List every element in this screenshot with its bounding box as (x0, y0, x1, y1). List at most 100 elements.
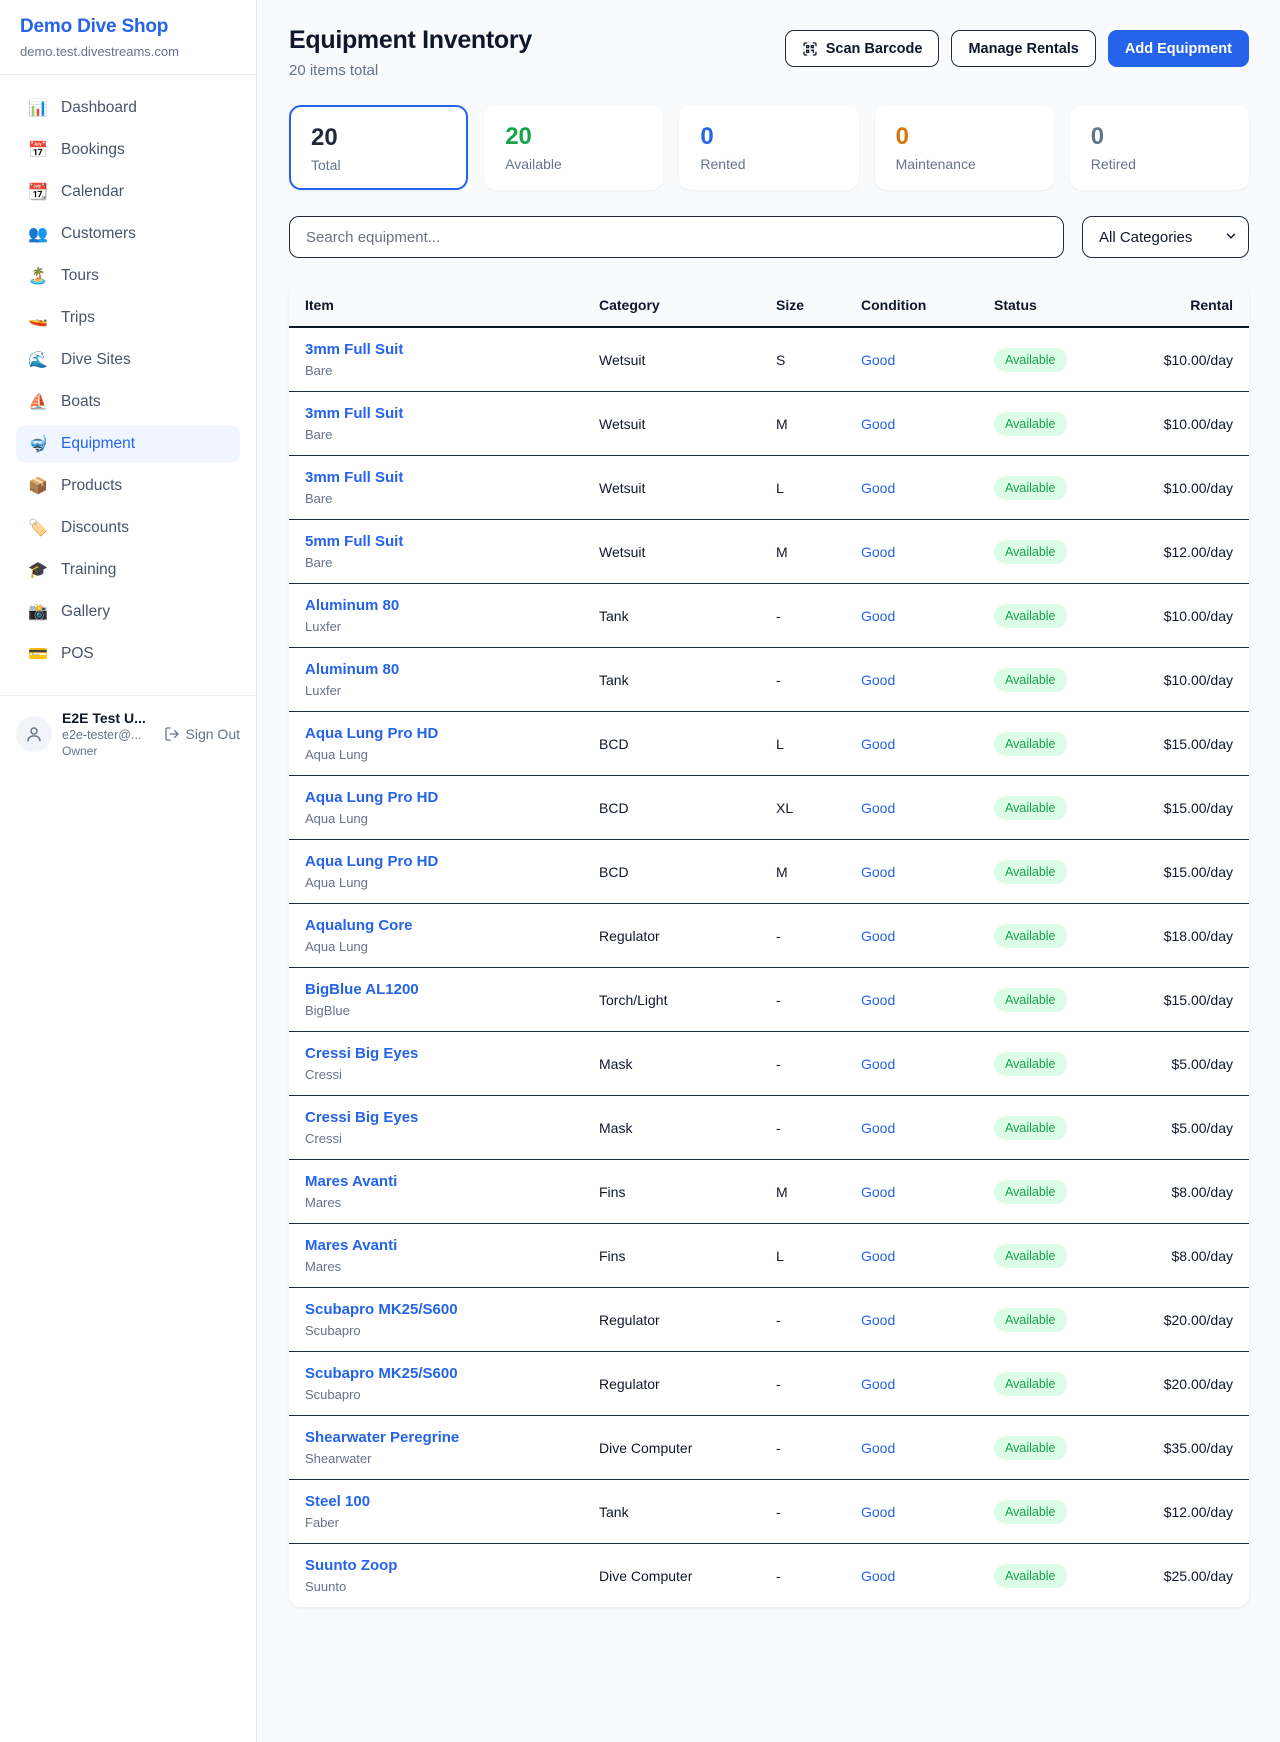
sidebar-item-dashboard[interactable]: 📊 Dashboard (16, 89, 240, 127)
sidebar-item-pos[interactable]: 💳 POS (16, 635, 240, 673)
item-condition[interactable]: Good (845, 1224, 978, 1288)
sidebar-item-equipment[interactable]: 🤿 Equipment (16, 425, 240, 463)
stats-row: 20 Total 20 Available 0 Rented 0 Mainten… (289, 105, 1249, 190)
item-category: Torch/Light (583, 968, 760, 1032)
items-total-subtitle: 20 items total (289, 62, 532, 79)
item-rental-price: $10.00/day (1133, 456, 1249, 520)
camera-icon: 📸 (28, 602, 48, 622)
sidebar-item-trips[interactable]: 🚤 Trips (16, 299, 240, 337)
stat-card-rented[interactable]: 0 Rented (679, 105, 858, 190)
bar-chart-icon: 📊 (28, 98, 48, 118)
item-name-link[interactable]: Aluminum 80 (305, 661, 567, 678)
item-name-link[interactable]: Suunto Zoop (305, 1557, 567, 1574)
item-condition[interactable]: Good (845, 840, 978, 904)
item-name-link[interactable]: 3mm Full Suit (305, 469, 567, 486)
item-condition[interactable]: Good (845, 776, 978, 840)
item-condition[interactable]: Good (845, 1032, 978, 1096)
shop-name[interactable]: Demo Dive Shop (20, 16, 236, 38)
item-size: L (760, 456, 845, 520)
sidebar: Demo Dive Shop demo.test.divestreams.com… (0, 0, 257, 1742)
brand-block: Demo Dive Shop demo.test.divestreams.com (0, 0, 256, 75)
item-name-link[interactable]: Aluminum 80 (305, 597, 567, 614)
item-brand: Mares (305, 1259, 567, 1274)
item-name-link[interactable]: Aqua Lung Pro HD (305, 789, 567, 806)
item-condition[interactable]: Good (845, 1544, 978, 1608)
sidebar-item-calendar[interactable]: 📆 Calendar (16, 173, 240, 211)
status-badge: Available (994, 1500, 1067, 1524)
stat-card-total[interactable]: 20 Total (289, 105, 468, 190)
item-condition[interactable]: Good (845, 327, 978, 392)
category-select[interactable]: All Categories (1082, 216, 1249, 258)
status-badge: Available (994, 988, 1067, 1012)
item-condition[interactable]: Good (845, 1416, 978, 1480)
item-condition[interactable]: Good (845, 1480, 978, 1544)
item-condition[interactable]: Good (845, 1160, 978, 1224)
stat-card-maintenance[interactable]: 0 Maintenance (875, 105, 1054, 190)
stat-card-retired[interactable]: 0 Retired (1070, 105, 1249, 190)
sidebar-item-boats[interactable]: ⛵ Boats (16, 383, 240, 421)
item-name-link[interactable]: 5mm Full Suit (305, 533, 567, 550)
item-condition[interactable]: Good (845, 1288, 978, 1352)
header-actions: Scan Barcode Manage Rentals Add Equipmen… (785, 30, 1249, 67)
item-name-link[interactable]: Mares Avanti (305, 1237, 567, 1254)
manage-rentals-button[interactable]: Manage Rentals (951, 30, 1095, 67)
item-condition[interactable]: Good (845, 1096, 978, 1160)
item-condition[interactable]: Good (845, 648, 978, 712)
stat-card-available[interactable]: 20 Available (484, 105, 663, 190)
item-brand: Suunto (305, 1579, 567, 1594)
item-brand: Scubapro (305, 1323, 567, 1338)
wave-icon: 🌊 (28, 350, 48, 370)
person-icon (25, 725, 43, 743)
item-name-link[interactable]: Scubapro MK25/S600 (305, 1301, 567, 1318)
sidebar-item-bookings[interactable]: 📅 Bookings (16, 131, 240, 169)
item-category: Mask (583, 1096, 760, 1160)
avatar (16, 716, 52, 752)
item-condition[interactable]: Good (845, 712, 978, 776)
item-brand: Bare (305, 491, 567, 506)
sign-out-button[interactable]: Sign Out (164, 726, 240, 742)
add-equipment-button[interactable]: Add Equipment (1108, 30, 1249, 67)
sidebar-item-tours[interactable]: 🏝️ Tours (16, 257, 240, 295)
sidebar-item-label: POS (61, 645, 94, 663)
sidebar-item-discounts[interactable]: 🏷️ Discounts (16, 509, 240, 547)
item-name-link[interactable]: Aqualung Core (305, 917, 567, 934)
scan-barcode-button[interactable]: Scan Barcode (785, 30, 940, 67)
user-role: Owner (62, 744, 154, 758)
item-condition[interactable]: Good (845, 392, 978, 456)
item-name-link[interactable]: Shearwater Peregrine (305, 1429, 567, 1446)
item-condition[interactable]: Good (845, 904, 978, 968)
item-name-link[interactable]: BigBlue AL1200 (305, 981, 567, 998)
tag-icon: 🏷️ (28, 518, 48, 538)
item-brand: Cressi (305, 1131, 567, 1146)
stat-value: 0 (896, 123, 1033, 151)
item-name-link[interactable]: 3mm Full Suit (305, 341, 567, 358)
item-name-link[interactable]: Aqua Lung Pro HD (305, 725, 567, 742)
sidebar-item-products[interactable]: 📦 Products (16, 467, 240, 505)
sidebar-item-dive-sites[interactable]: 🌊 Dive Sites (16, 341, 240, 379)
table-row: Mares Avanti Mares Fins L Good Available… (289, 1224, 1249, 1288)
item-name-link[interactable]: Aqua Lung Pro HD (305, 853, 567, 870)
item-condition[interactable]: Good (845, 968, 978, 1032)
sidebar-item-gallery[interactable]: 📸 Gallery (16, 593, 240, 631)
item-category: Regulator (583, 1352, 760, 1416)
sidebar-item-customers[interactable]: 👥 Customers (16, 215, 240, 253)
item-condition[interactable]: Good (845, 456, 978, 520)
graduation-cap-icon: 🎓 (28, 560, 48, 580)
status-badge: Available (994, 1436, 1067, 1460)
item-name-link[interactable]: Steel 100 (305, 1493, 567, 1510)
item-name-link[interactable]: Cressi Big Eyes (305, 1045, 567, 1062)
item-name-link[interactable]: Cressi Big Eyes (305, 1109, 567, 1126)
item-name-link[interactable]: Mares Avanti (305, 1173, 567, 1190)
item-condition[interactable]: Good (845, 520, 978, 584)
item-condition[interactable]: Good (845, 584, 978, 648)
item-name-link[interactable]: 3mm Full Suit (305, 405, 567, 422)
sidebar-item-training[interactable]: 🎓 Training (16, 551, 240, 589)
item-brand: Bare (305, 363, 567, 378)
item-category: Tank (583, 648, 760, 712)
stat-label: Retired (1091, 156, 1228, 172)
item-name-link[interactable]: Scubapro MK25/S600 (305, 1365, 567, 1382)
item-condition[interactable]: Good (845, 1352, 978, 1416)
item-rental-price: $15.00/day (1133, 840, 1249, 904)
status-badge: Available (994, 476, 1067, 500)
search-input[interactable] (289, 216, 1064, 258)
